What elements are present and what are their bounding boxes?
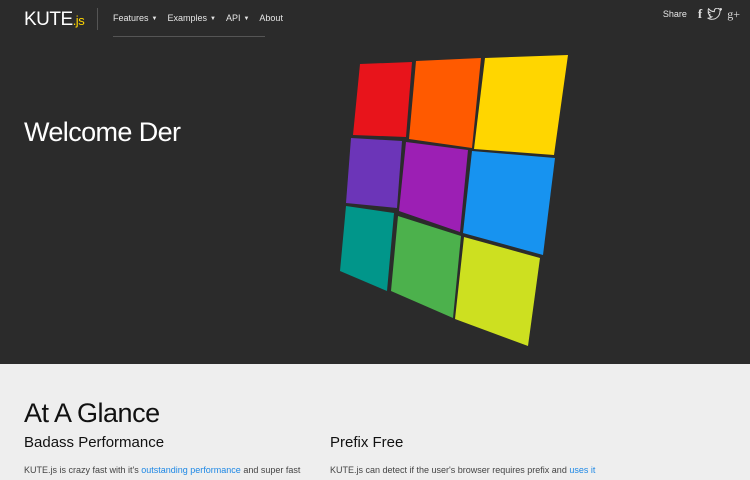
uses-it-link[interactable]: uses it <box>569 465 595 475</box>
tile-teal <box>340 206 394 291</box>
feature-text-part: KUTE.js is crazy fast with it's <box>24 465 142 475</box>
tile-blue <box>463 151 555 255</box>
feature-title-prefix: Prefix Free <box>330 434 404 451</box>
glance-section: At A Glance Badass Performance KUTE.js i… <box>0 364 750 480</box>
feature-text-part: and super fast <box>240 465 301 475</box>
tile-green <box>391 216 461 318</box>
tile-orange <box>409 58 481 148</box>
feature-text-performance: KUTE.js is crazy fast with it's outstand… <box>24 465 300 475</box>
performance-link[interactable]: outstanding performance <box>141 465 241 475</box>
color-tiles-graphic <box>340 55 568 346</box>
tile-yellow <box>474 55 568 155</box>
feature-title-performance: Badass Performance <box>24 434 165 451</box>
feature-text-part: KUTE.js can detect if the user's browser… <box>330 465 570 475</box>
hero-section: KUTE.js Features ▼ Examples ▼ API ▼ About S… <box>0 0 750 364</box>
tile-violet <box>399 142 468 232</box>
tile-red <box>353 62 412 137</box>
section-title: At A Glance <box>24 398 160 428</box>
tile-purple <box>346 138 402 208</box>
feature-text-prefix: KUTE.js can detect if the user's browser… <box>330 465 595 475</box>
tile-lime <box>455 237 540 346</box>
